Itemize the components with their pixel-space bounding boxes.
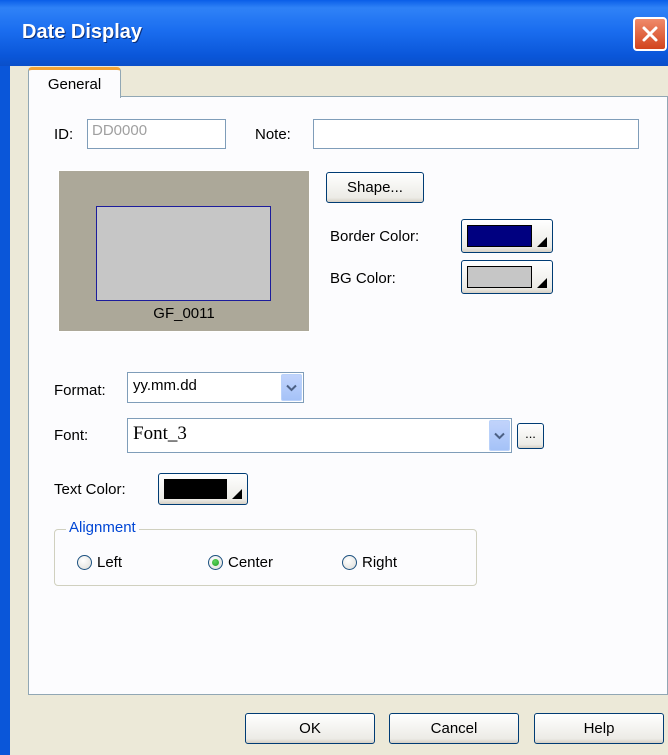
font-value: Font_3: [133, 423, 187, 444]
help-button[interactable]: Help: [534, 713, 664, 744]
radio-left[interactable]: Left: [77, 554, 122, 571]
format-label: Format:: [54, 382, 106, 399]
preview-shape: [96, 206, 271, 301]
cancel-button[interactable]: Cancel: [389, 713, 519, 744]
window-frame: [0, 66, 10, 755]
tab-general[interactable]: General: [28, 67, 121, 98]
dropdown-triangle-icon: [537, 278, 547, 288]
font-dropdown-button[interactable]: [489, 420, 510, 451]
bg-color-swatch: [467, 266, 532, 288]
radio-center-circle[interactable]: [208, 555, 223, 570]
dropdown-triangle-icon: [537, 237, 547, 247]
format-value: yy.mm.dd: [133, 377, 197, 394]
border-color-label: Border Color:: [330, 228, 420, 245]
font-select[interactable]: Font_3: [127, 418, 512, 453]
radio-selected-dot: [212, 559, 219, 566]
font-label: Font:: [54, 427, 89, 444]
radio-left-label: Left: [97, 554, 123, 571]
note-field[interactable]: [313, 119, 639, 149]
dropdown-triangle-icon: [232, 489, 242, 499]
close-icon: [642, 26, 658, 42]
radio-right-label: Right: [362, 554, 398, 571]
chevron-down-icon: [286, 384, 297, 391]
text-color-label: Text Color:: [54, 481, 126, 498]
id-field[interactable]: DD0000: [87, 119, 226, 149]
id-label: ID:: [54, 126, 74, 143]
border-color-swatch: [467, 225, 532, 247]
radio-left-circle[interactable]: [77, 555, 92, 570]
chevron-down-icon: [494, 432, 505, 439]
text-color-picker[interactable]: [158, 473, 248, 505]
ok-button[interactable]: OK: [245, 713, 375, 744]
bg-color-label: BG Color:: [330, 270, 396, 287]
radio-right[interactable]: Right: [342, 554, 397, 571]
radio-center[interactable]: Center: [208, 554, 273, 571]
preview-caption: GF_0011: [153, 305, 215, 322]
shape-button[interactable]: Shape...: [326, 172, 424, 203]
close-button[interactable]: [633, 17, 667, 51]
window-title: Date Display: [22, 21, 143, 43]
radio-center-label: Center: [228, 554, 274, 571]
text-color-swatch: [164, 479, 227, 499]
format-select[interactable]: yy.mm.dd: [127, 372, 304, 403]
alignment-title: Alignment: [66, 519, 139, 536]
font-browse-button[interactable]: ...: [517, 423, 544, 449]
format-dropdown-button[interactable]: [281, 374, 302, 401]
bg-color-picker[interactable]: [461, 260, 553, 294]
note-label: Note:: [255, 126, 291, 143]
border-color-picker[interactable]: [461, 219, 553, 253]
radio-right-circle[interactable]: [342, 555, 357, 570]
